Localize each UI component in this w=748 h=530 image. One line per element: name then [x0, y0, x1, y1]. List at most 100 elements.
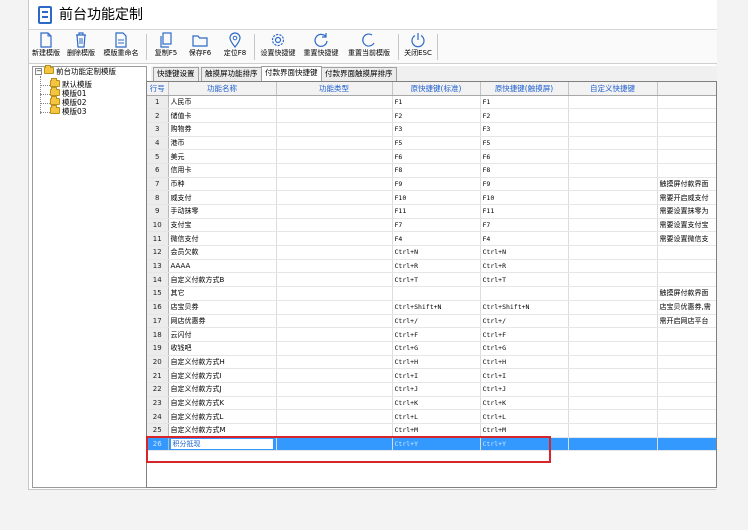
custom-shortcut-cell[interactable] [568, 95, 658, 110]
touch-shortcut-cell[interactable]: F2 [480, 108, 569, 123]
function-name-cell[interactable]: 自定义付款方式J [168, 382, 277, 397]
row-number-cell[interactable]: 1 [147, 95, 169, 110]
function-name-cell[interactable]: 自定义付款方式H [168, 355, 277, 370]
standard-shortcut-cell[interactable]: Ctrl+R [392, 259, 481, 274]
row-number-cell[interactable]: 24 [147, 409, 169, 424]
function-type-cell[interactable] [276, 149, 393, 164]
touch-shortcut-cell[interactable]: Ctrl+T [480, 272, 569, 288]
touch-shortcut-cell[interactable]: F7 [480, 218, 569, 233]
function-type-cell[interactable] [276, 177, 393, 192]
touch-shortcut-cell[interactable]: Ctrl+R [480, 259, 569, 274]
note-cell[interactable] [657, 423, 716, 438]
table-row[interactable]: 16 店宝贝券 Ctrl+Shift+N Ctrl+Shift+N 店宝贝优惠券,需 [147, 300, 716, 315]
column-header-standard-shortcut[interactable]: 原快捷键(标准) [392, 82, 481, 96]
function-type-cell[interactable] [276, 122, 393, 137]
function-name-cell[interactable]: 云闪付 [168, 327, 277, 342]
note-cell[interactable]: 需要设置支付宝 [657, 218, 716, 233]
table-row[interactable]: 19 收钱吧 Ctrl+G Ctrl+G [147, 341, 716, 356]
function-name-cell[interactable]: 币种 [168, 177, 277, 192]
custom-shortcut-cell[interactable] [568, 396, 658, 411]
reset-current-template-button[interactable]: 重置当前模版 [344, 32, 394, 62]
function-type-cell[interactable] [276, 95, 393, 110]
table-row[interactable]: 6 信用卡 F8 F8 [147, 163, 716, 178]
touch-shortcut-cell[interactable]: F6 [480, 149, 569, 164]
function-name-editor[interactable]: 积分抵现 [170, 439, 273, 450]
custom-shortcut-cell[interactable] [568, 437, 658, 452]
function-name-cell[interactable]: 购物券 [168, 122, 277, 137]
reset-shortcut-button[interactable]: 重置快捷键 [301, 32, 341, 62]
row-number-cell[interactable]: 2 [147, 108, 169, 123]
function-name-cell[interactable]: 会员欠款 [168, 245, 277, 260]
function-type-cell[interactable] [276, 218, 393, 233]
standard-shortcut-cell[interactable]: Ctrl+H [392, 355, 481, 370]
custom-shortcut-cell[interactable] [568, 136, 658, 151]
function-type-cell[interactable] [276, 409, 393, 424]
custom-shortcut-cell[interactable] [568, 355, 658, 370]
row-number-cell[interactable]: 7 [147, 177, 169, 192]
standard-shortcut-cell[interactable]: Ctrl+I [392, 368, 481, 383]
table-row[interactable]: 25 自定义付款方式M Ctrl+M Ctrl+M [147, 423, 716, 438]
tab-touch-function-order[interactable]: 触摸屏功能排序 [201, 67, 262, 81]
note-cell[interactable] [657, 396, 716, 411]
row-number-cell[interactable]: 11 [147, 231, 169, 247]
standard-shortcut-cell[interactable]: Ctrl+N [392, 245, 481, 260]
note-cell[interactable] [657, 272, 716, 288]
standard-shortcut-cell[interactable]: Ctrl+G [392, 341, 481, 356]
custom-shortcut-cell[interactable] [568, 272, 658, 288]
tab-payment-touch-order[interactable]: 付款界面触摸屏排序 [321, 67, 397, 81]
standard-shortcut-cell[interactable]: Ctrl+J [392, 382, 481, 397]
row-number-cell[interactable]: 9 [147, 204, 169, 219]
row-number-cell[interactable]: 13 [147, 259, 169, 274]
column-header-function-name[interactable]: 功能名称 [168, 82, 277, 96]
function-name-cell[interactable]: 自定义付款方式B [168, 272, 277, 288]
note-cell[interactable]: 需要开启威支付 [657, 190, 716, 205]
note-cell[interactable] [657, 327, 716, 342]
standard-shortcut-cell[interactable]: F6 [392, 149, 481, 164]
set-shortcut-button[interactable]: 设置快捷键 [258, 32, 298, 62]
custom-shortcut-cell[interactable] [568, 177, 658, 192]
row-number-cell[interactable]: 8 [147, 190, 169, 205]
standard-shortcut-cell[interactable]: F7 [392, 218, 481, 233]
function-type-cell[interactable] [276, 286, 393, 301]
table-row[interactable]: 17 网店优惠券 Ctrl+/Ctrl+/ 需开启网店平台 [147, 314, 716, 329]
table-row[interactable]: 23 自定义付款方式K Ctrl+K Ctrl+K [147, 396, 716, 411]
table-row[interactable]: 11 微信支付 F4 F4 需要设置微信支 [147, 231, 716, 247]
custom-shortcut-cell[interactable] [568, 368, 658, 383]
touch-shortcut-cell[interactable]: F1 [480, 95, 569, 110]
custom-shortcut-cell[interactable] [568, 286, 658, 301]
function-type-cell[interactable] [276, 327, 393, 342]
touch-shortcut-cell[interactable]: F11 [480, 204, 569, 219]
note-cell[interactable] [657, 149, 716, 164]
touch-shortcut-cell[interactable]: Ctrl+I [480, 368, 569, 383]
standard-shortcut-cell[interactable]: F10 [392, 190, 481, 205]
note-cell[interactable]: 需要设置抹零为 [657, 204, 716, 219]
function-type-cell[interactable] [276, 300, 393, 315]
standard-shortcut-cell[interactable]: Ctrl+L [392, 409, 481, 424]
note-cell[interactable]: 店宝贝优惠券,需 [657, 300, 716, 315]
table-row[interactable]: 18 云闪付 Ctrl+F Ctrl+F [147, 327, 716, 342]
touch-shortcut-cell[interactable]: Ctrl+H [480, 355, 569, 370]
table-row[interactable]: 12 会员欠款 Ctrl+N Ctrl+N [147, 245, 716, 260]
note-cell[interactable] [657, 108, 716, 123]
function-name-cell[interactable]: 港币 [168, 136, 277, 151]
tab-payment-shortcuts[interactable]: 付款界面快捷键 [261, 66, 322, 81]
custom-shortcut-cell[interactable] [568, 314, 658, 329]
standard-shortcut-cell[interactable]: F4 [392, 231, 481, 247]
function-name-cell[interactable]: 信用卡 [168, 163, 277, 178]
touch-shortcut-cell[interactable]: Ctrl+Shift+N [480, 300, 569, 315]
custom-shortcut-cell[interactable] [568, 204, 658, 219]
rename-template-button[interactable]: 模版重命名 [101, 32, 141, 62]
function-name-cell[interactable]: 网店优惠券 [168, 314, 277, 329]
standard-shortcut-cell[interactable]: F8 [392, 163, 481, 178]
standard-shortcut-cell[interactable]: F5 [392, 136, 481, 151]
save-button[interactable]: 保存F6 [185, 32, 215, 62]
row-number-cell[interactable]: 12 [147, 245, 169, 260]
row-number-cell[interactable]: 23 [147, 396, 169, 411]
row-number-cell[interactable]: 5 [147, 149, 169, 164]
note-cell[interactable] [657, 95, 716, 110]
custom-shortcut-cell[interactable] [568, 300, 658, 315]
custom-shortcut-cell[interactable] [568, 231, 658, 247]
standard-shortcut-cell[interactable]: Ctrl+F [392, 327, 481, 342]
delete-template-button[interactable]: 删除模版 [65, 32, 97, 62]
touch-shortcut-cell[interactable]: Ctrl+G [480, 341, 569, 356]
